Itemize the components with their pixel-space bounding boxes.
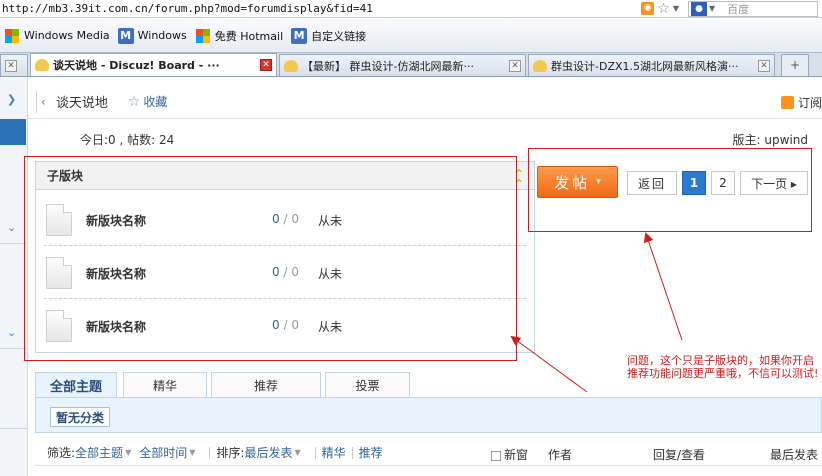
chevron-down-icon[interactable]: ▼ [125, 448, 131, 457]
tab-recommend[interactable]: 推荐 [211, 372, 321, 398]
no-category-button[interactable]: 暂无分类 [50, 407, 111, 427]
chevron-down-icon[interactable]: ▼ [189, 448, 195, 457]
filter-digest[interactable]: 精华 [322, 444, 346, 461]
filter-all-threads[interactable]: 全部主题 [75, 444, 123, 461]
new-window-checkbox[interactable]: 新窗 [491, 446, 528, 463]
arrow-to-pager [643, 232, 683, 341]
filter-recommend[interactable]: 推荐 [359, 444, 383, 461]
thread-type-tabs: 全部主题 精华 推荐 投票 [35, 372, 410, 398]
chevron-down-icon[interactable]: ▼ [294, 448, 300, 457]
column-replies-views: 回复/查看 [653, 448, 706, 462]
filter-bar: 筛选: 全部主题 ▼ 全部时间 ▼ 排序: 最后发表 ▼ 精华 推荐 新窗 作者 回复… [35, 440, 822, 466]
column-author: 作者 [548, 448, 573, 462]
checkbox-icon[interactable] [491, 450, 501, 461]
arrow-to-subforum [510, 335, 588, 393]
type-filter-bar: 暂无分类 [35, 397, 822, 433]
filter-all-time[interactable]: 全部时间 [139, 444, 187, 461]
sort-last-post[interactable]: 最后发表 [244, 444, 292, 461]
tab-poll[interactable]: 投票 [325, 372, 410, 398]
tab-all-threads[interactable]: 全部主题 [35, 372, 117, 398]
column-last-post: 最后发表 [770, 448, 819, 462]
annotation-note: 问题，这个只是子版块的，如果你开启推荐功能问题更严重哦，不信可以测试! [627, 354, 819, 380]
tab-digest[interactable]: 精华 [123, 372, 207, 398]
